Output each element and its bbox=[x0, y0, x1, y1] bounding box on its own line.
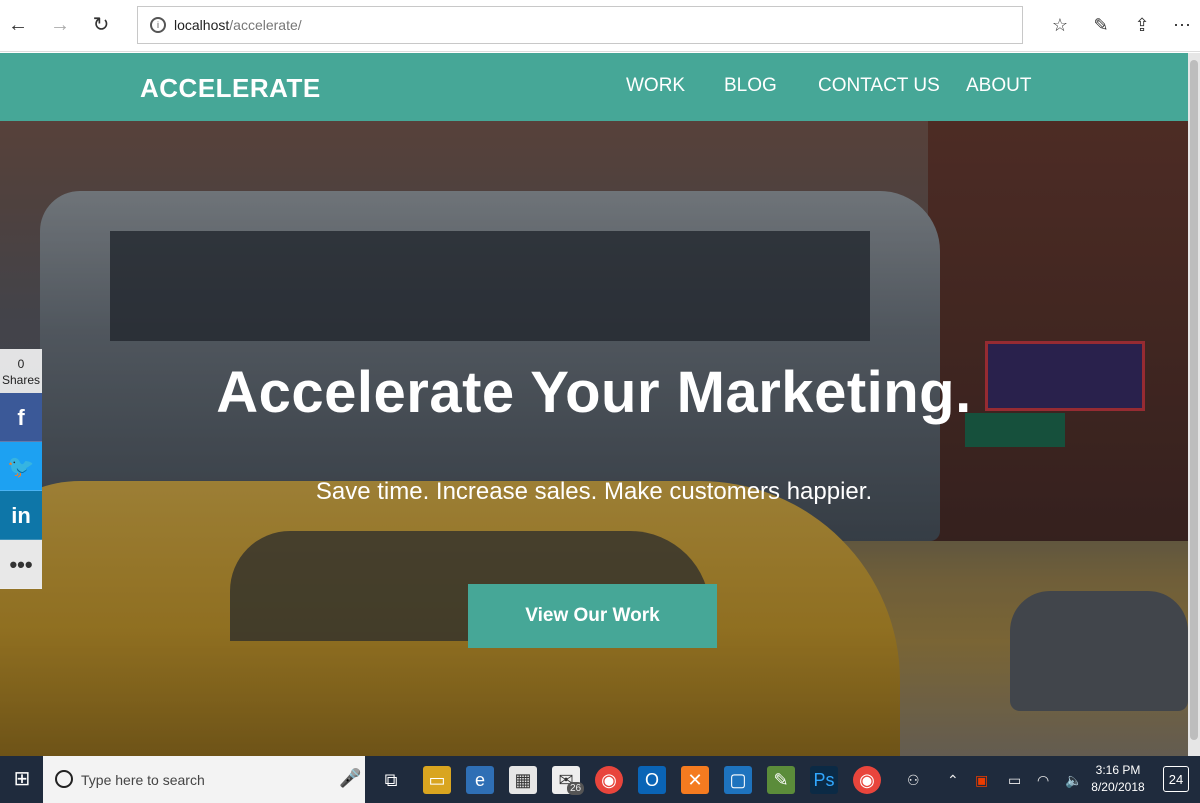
notepad-plus-icon[interactable]: ✎ bbox=[767, 766, 795, 794]
people-icon[interactable]: ⚇ bbox=[907, 770, 920, 790]
mail-badge: 26 bbox=[567, 782, 585, 795]
nav-blog[interactable]: BLOG bbox=[724, 75, 777, 97]
site-header: ACCELERATE WORK BLOG CONTACT US ABOUT bbox=[0, 53, 1188, 121]
linkedin-share-icon[interactable]: in bbox=[0, 491, 42, 540]
wifi-icon[interactable]: ◠ bbox=[1037, 770, 1049, 790]
hero-overlay bbox=[0, 121, 1188, 756]
battery-icon[interactable]: ▭ bbox=[1008, 770, 1021, 790]
page-viewport: ACCELERATE WORK BLOG CONTACT US ABOUT Ac… bbox=[0, 53, 1188, 756]
nav-about[interactable]: ABOUT bbox=[966, 75, 1031, 97]
more-menu-icon[interactable]: ⋯ bbox=[1170, 13, 1194, 37]
refresh-icon[interactable]: ↻ bbox=[89, 13, 113, 37]
app-window-icon[interactable]: ▢ bbox=[724, 766, 752, 794]
forward-icon[interactable]: → bbox=[48, 13, 72, 37]
browser-toolbar: ← → ↻ i localhost/accelerate/ ☆ ✎ ⇪ ⋯ bbox=[0, 0, 1200, 52]
microphone-icon[interactable]: 🎤 bbox=[339, 768, 361, 789]
clock-date: 8/20/2018 bbox=[1091, 780, 1145, 794]
taskbar: ⊞ Type here to search 🎤 ⧉ ▭ e ▦ ✉ 26 ◉ O… bbox=[0, 756, 1200, 803]
hero-title: Accelerate Your Marketing. bbox=[216, 360, 972, 425]
back-icon[interactable]: ← bbox=[6, 13, 30, 37]
notifications-icon[interactable]: 24 bbox=[1163, 766, 1189, 792]
notes-icon[interactable]: ✎ bbox=[1089, 13, 1113, 37]
show-hidden-icons[interactable]: ⌃ bbox=[947, 770, 959, 790]
site-logo[interactable]: ACCELERATE bbox=[140, 73, 321, 104]
url-path: /accelerate/ bbox=[229, 17, 302, 33]
chrome-icon-2[interactable]: ◉ bbox=[853, 766, 881, 794]
search-placeholder: Type here to search bbox=[81, 772, 205, 788]
favorite-icon[interactable]: ☆ bbox=[1048, 13, 1072, 37]
facebook-share-icon[interactable]: f bbox=[0, 393, 42, 442]
url-text[interactable]: localhost/accelerate/ bbox=[174, 17, 302, 33]
edge-icon[interactable]: e bbox=[466, 766, 494, 794]
nav-work[interactable]: WORK bbox=[626, 75, 685, 97]
cortana-icon[interactable] bbox=[55, 770, 73, 788]
share-count-label: Shares bbox=[1, 373, 41, 387]
share-count-value: 0 bbox=[17, 357, 25, 371]
office-icon[interactable]: ▣ bbox=[975, 770, 988, 790]
system-clock[interactable]: 3:16 PM 8/20/2018 bbox=[1088, 762, 1148, 796]
outlook-icon[interactable]: O bbox=[638, 766, 666, 794]
taskbar-search[interactable]: Type here to search 🎤 bbox=[43, 756, 365, 803]
more-share-icon[interactable]: ••• bbox=[0, 540, 42, 589]
twitter-share-icon[interactable]: 🐦 bbox=[0, 442, 42, 491]
hero-subtitle: Save time. Increase sales. Make customer… bbox=[315, 478, 873, 505]
task-view-icon[interactable]: ⧉ bbox=[377, 766, 405, 794]
hero-section: Accelerate Your Marketing. Save time. In… bbox=[0, 121, 1188, 756]
nav-contact-us[interactable]: CONTACT US bbox=[818, 75, 940, 97]
address-bar[interactable]: i localhost/accelerate/ bbox=[137, 6, 1023, 44]
url-host: localhost bbox=[174, 17, 230, 33]
store-icon[interactable]: ▦ bbox=[509, 766, 537, 794]
photoshop-icon[interactable]: Ps bbox=[810, 766, 838, 794]
view-our-work-button[interactable]: View Our Work bbox=[468, 584, 717, 648]
clock-time: 3:16 PM bbox=[1095, 763, 1141, 777]
chrome-icon[interactable]: ◉ bbox=[595, 766, 623, 794]
windows-start-icon[interactable]: ⊞ bbox=[10, 767, 34, 791]
info-icon[interactable]: i bbox=[150, 17, 166, 33]
xampp-icon[interactable]: ✕ bbox=[681, 766, 709, 794]
scrollbar-thumb[interactable] bbox=[1190, 60, 1198, 740]
file-explorer-icon[interactable]: ▭ bbox=[423, 766, 451, 794]
volume-icon[interactable]: 🔈 bbox=[1065, 770, 1082, 790]
share-count: 0 Shares bbox=[0, 349, 42, 393]
share-page-icon[interactable]: ⇪ bbox=[1130, 13, 1154, 37]
share-sidebar: 0 Shares f 🐦 in ••• bbox=[0, 349, 42, 589]
